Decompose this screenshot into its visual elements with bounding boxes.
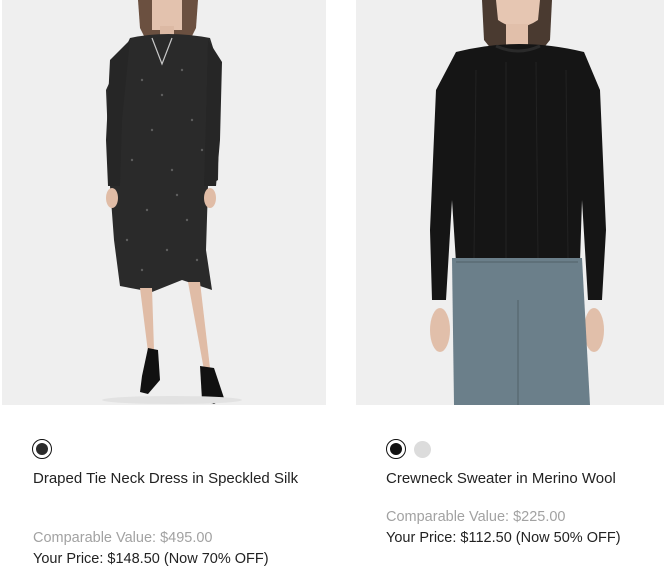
color-swatch-light-grey[interactable]	[414, 440, 431, 458]
color-swatch-black[interactable]	[386, 439, 406, 459]
speckled-swatch-dot	[35, 442, 48, 455]
your-price: Your Price: $148.50 (Now 70% OFF)	[33, 551, 269, 567]
black-swatch-dot	[389, 442, 402, 455]
product-card[interactable]: Draped Tie Neck Dress in Speckled Silk C…	[2, 0, 326, 567]
comparable-value: Comparable Value: $225.00	[386, 509, 566, 525]
product-name-link[interactable]: Crewneck Sweater in Merino Wool	[386, 468, 656, 490]
product-card[interactable]: Crewneck Sweater in Merino Wool Comparab…	[356, 0, 664, 546]
product-name-link[interactable]: Draped Tie Neck Dress in Speckled Silk	[33, 468, 303, 490]
color-swatches	[386, 437, 431, 461]
your-price: Your Price: $112.50 (Now 50% OFF)	[386, 530, 621, 546]
dress-model-illustration	[102, 0, 242, 404]
product-image[interactable]	[2, 0, 326, 405]
sweater-model-illustration	[430, 0, 606, 405]
color-swatches	[32, 437, 52, 461]
comparable-value: Comparable Value: $495.00	[33, 530, 213, 546]
color-swatch-selected[interactable]	[32, 439, 52, 459]
product-image[interactable]	[356, 0, 664, 405]
